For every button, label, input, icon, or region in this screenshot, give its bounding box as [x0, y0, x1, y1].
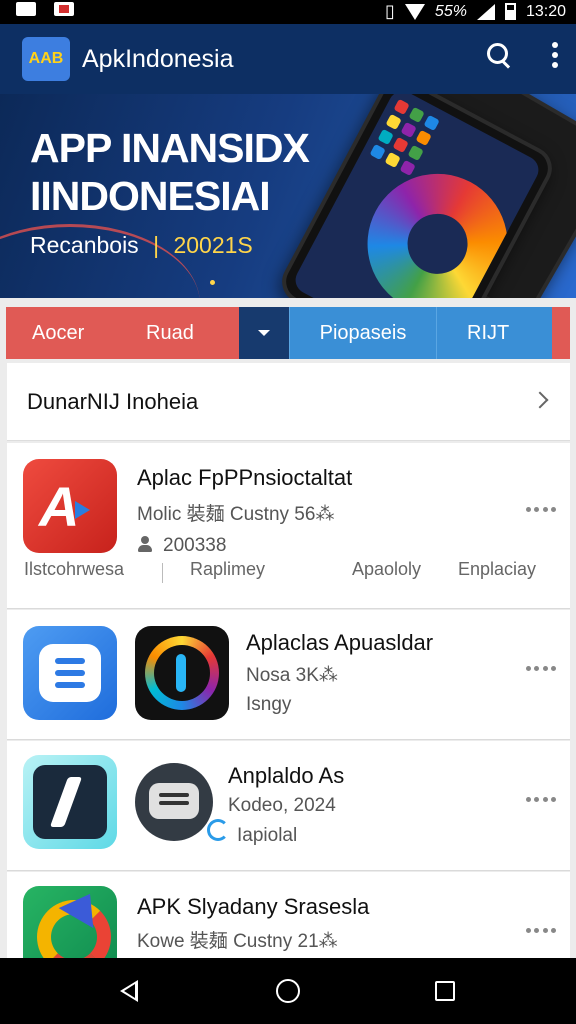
category-tabs: Aocer Ruad Piopaseis RIJT	[6, 307, 570, 359]
app-developer: Kowe 裝麺 Custny 21⁂	[137, 931, 338, 952]
divider	[162, 563, 163, 583]
chevron-down-icon	[258, 330, 270, 336]
recents-icon[interactable]	[435, 981, 455, 1001]
subtab-3[interactable]: Apaololy	[352, 559, 421, 580]
promo-banner[interactable]: APP INANSIDX IINDONESIAI Recanbois | 200…	[0, 94, 576, 298]
app-tag: Iapiolal	[237, 825, 298, 846]
app-downloads: 200338	[163, 535, 227, 556]
app-name: Anplaldo As	[228, 763, 345, 788]
app-tag: Isngy	[246, 694, 292, 715]
back-icon[interactable]	[120, 980, 138, 1002]
vibrate-icon: ▯	[385, 1, 395, 21]
app-card[interactable]: Aplaclas Apuasldar Nosa 3K⁂ Isngy	[7, 610, 570, 740]
app-card[interactable]: A Aplac FpPPnsioctaltat Molic 裝麺 Custny …	[7, 443, 570, 609]
more-vert-icon[interactable]	[552, 42, 558, 68]
subtab-2[interactable]: Raplimey	[190, 559, 265, 580]
app-bar: AAB ApkIndonesia	[0, 24, 576, 94]
notification-icon	[16, 2, 36, 16]
subtab-1[interactable]: Ilstcohrwesa	[24, 559, 124, 580]
app-developer: Nosa 3K⁂	[246, 665, 338, 686]
app-logo: AAB	[22, 37, 70, 81]
app-title: ApkIndonesia	[82, 44, 234, 73]
app-icon-red[interactable]: A	[23, 459, 117, 553]
subtab-4[interactable]: Enplaciay	[458, 559, 536, 580]
app-name: Aplaclas Apuasldar	[246, 630, 434, 655]
more-options-icon[interactable]	[526, 507, 556, 515]
tab-overflow[interactable]	[552, 307, 570, 359]
system-nav-bar	[0, 958, 576, 1024]
app-subtabs: Ilstcohrwesa Raplimey Apaololy Enplaciay	[7, 559, 570, 589]
battery-percent: 55%	[434, 2, 467, 20]
app-icon-docs[interactable]	[23, 626, 117, 720]
search-icon[interactable]	[486, 42, 512, 68]
clock: 13:20	[525, 2, 566, 20]
home-icon[interactable]	[276, 979, 300, 1003]
signal-icon	[476, 3, 495, 20]
more-options-icon[interactable]	[526, 928, 556, 936]
banner-title: APP INANSIDX IINDONESIAI	[30, 125, 310, 219]
touch-icon	[207, 819, 229, 841]
app-icon-robot[interactable]	[135, 763, 213, 841]
app-icon-music[interactable]	[135, 626, 229, 720]
tab-rijt[interactable]: RIJT	[436, 307, 552, 359]
notification-app-icon	[54, 2, 74, 16]
app-name: APK Slyadany Srasesla	[137, 894, 370, 919]
app-card[interactable]: APK Slyadany Srasesla Kowe 裝麺 Custny 21⁂	[7, 872, 570, 980]
app-developer: Molic 裝麺 Custny 56⁂	[137, 504, 335, 525]
tab-dropdown[interactable]	[239, 307, 289, 359]
app-icon-music-note[interactable]	[23, 755, 117, 849]
app-date: Kodeo, 2024	[228, 795, 336, 816]
wifi-icon	[404, 3, 425, 20]
more-options-icon[interactable]	[526, 666, 556, 674]
tab-aocer[interactable]: Aocer	[6, 307, 122, 359]
user-icon	[137, 536, 153, 552]
app-name: Aplac FpPPnsioctaltat	[137, 465, 353, 490]
section-title: DunarNIJ Inoheia	[27, 388, 199, 414]
chevron-right-icon	[531, 391, 549, 409]
banner-dot	[210, 280, 215, 285]
banner-subtitle: Recanbois | 20021S	[30, 232, 253, 258]
status-bar: ▯ 55% 13:20	[0, 0, 576, 24]
section-header[interactable]: DunarNIJ Inoheia	[7, 363, 570, 441]
more-options-icon[interactable]	[526, 797, 556, 805]
app-card[interactable]: Anplaldo As Kodeo, 2024 Iapiolal	[7, 741, 570, 871]
tab-piopaseis[interactable]: Piopaseis	[289, 307, 436, 359]
battery-icon	[504, 3, 516, 20]
tab-ruad[interactable]: Ruad	[122, 307, 239, 359]
banner-year: 20021S	[173, 232, 253, 258]
